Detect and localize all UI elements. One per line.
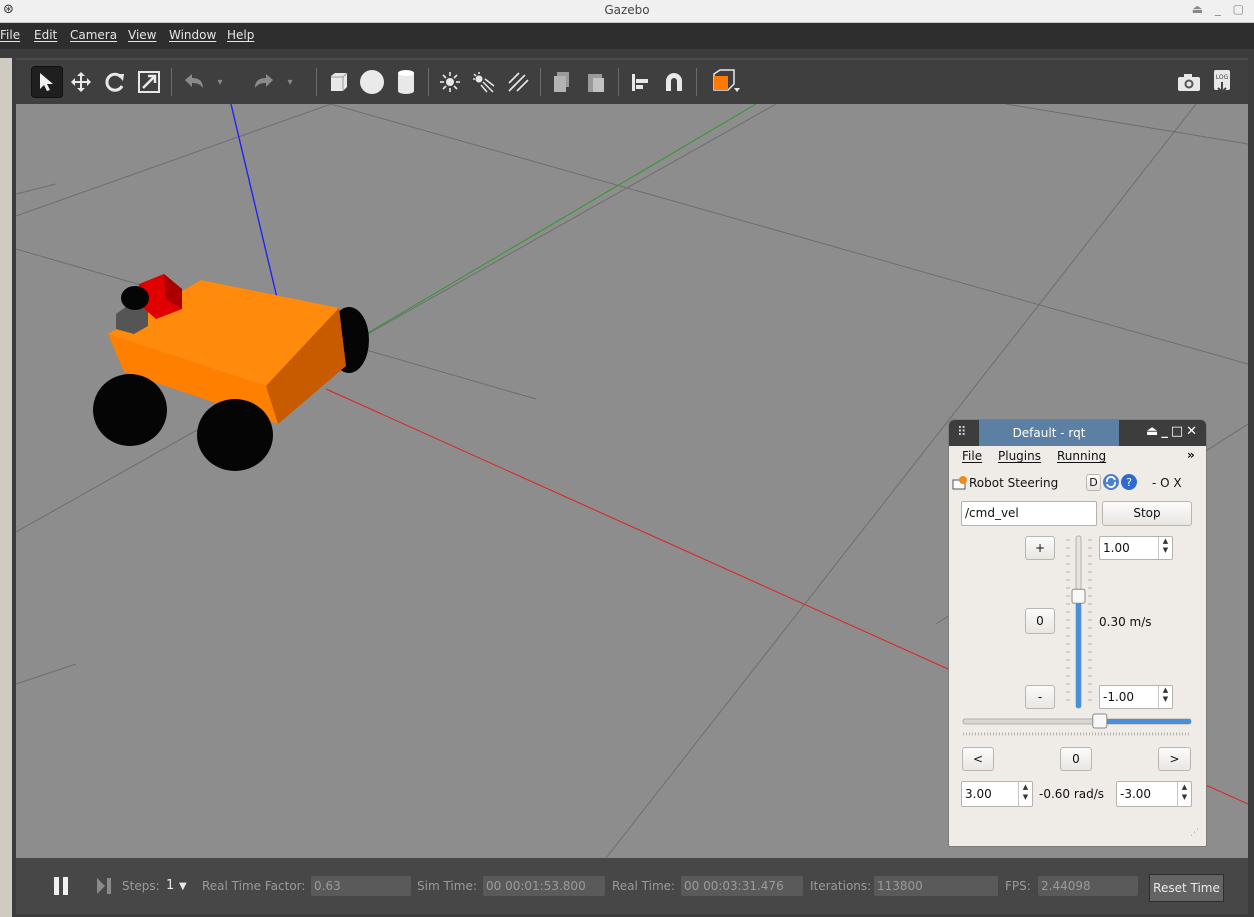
toolbar-separator [428,68,429,96]
menu-window[interactable]: Window [169,28,216,42]
spinner-arrows-icon[interactable]: ▲ ▼ [1018,782,1032,806]
plugin-icon [952,475,968,495]
dock-button[interactable]: D [1086,474,1101,491]
angular-velocity-readout: -0.60 rad/s [1039,787,1105,801]
real-time-factor-field: 0.63 [311,876,411,896]
window-titlebar: ⊛ Gazebo ⏏ _ ▢ [0,0,1254,23]
toolbar: ▾ ▾ LOG [16,60,1248,105]
spot-light-icon[interactable] [468,66,500,98]
redo-icon[interactable] [248,66,280,98]
snap-magnet-icon[interactable] [658,66,690,98]
view-angle-icon[interactable] [704,66,744,98]
directional-light-icon[interactable] [502,66,534,98]
menu-view[interactable]: View [128,28,156,42]
fps-field: 2.44098 [1038,876,1138,896]
max-angular-spinbox[interactable]: 3.00 ▲ ▼ [961,781,1033,807]
svg-text:?: ? [1126,476,1132,489]
log-icon-text: LOG [1216,74,1229,81]
step-icon[interactable] [96,876,112,900]
rotate-icon[interactable] [99,66,131,98]
sim-time-label: Sim Time: [417,879,477,893]
min-linear-value: -1.00 [1103,690,1135,704]
toolbar-separator [540,68,541,96]
toolbar-separator [696,68,697,96]
pause-icon[interactable] [53,876,69,900]
grid-menu-icon[interactable]: ⠿ [957,425,967,440]
copy-icon[interactable] [546,66,578,98]
plugin-window-controls[interactable]: - O X [1152,476,1182,490]
min-linear-spinbox[interactable]: -1.00 ▲ ▼ [1099,685,1173,709]
menubar: File Edit Camera View Window Help [0,23,1254,49]
translate-icon[interactable] [65,66,97,98]
rqt-menu-plugins[interactable]: Plugins [998,449,1041,463]
rqt-window-controls[interactable]: ⏏_□✕ [1146,424,1200,439]
sim-time-field: 00 00:01:53.800 [483,876,605,896]
undo-icon[interactable] [178,66,210,98]
resize-grip-icon[interactable]: ⋰ [1190,828,1199,838]
iterations-field: 113800 [874,876,998,896]
spinner-arrows-icon[interactable]: ▲ ▼ [1158,686,1172,708]
topic-input[interactable]: /cmd_vel [961,501,1097,526]
toolbar-separator [316,68,317,96]
fps-label: FPS: [1005,879,1031,893]
rqt-window-title: Default - rqt [979,420,1119,446]
menu-edit[interactable]: Edit [34,28,57,42]
max-linear-spinbox[interactable]: 1.00 ▲ ▼ [1099,536,1173,560]
box-shape-icon[interactable] [322,66,354,98]
window-title: Gazebo [604,3,650,17]
reset-time-button[interactable]: Reset Time [1149,874,1224,902]
menu-help[interactable]: Help [227,28,254,42]
redo-dropdown-icon[interactable]: ▾ [282,66,298,98]
cylinder-shape-icon[interactable] [390,66,422,98]
steps-label: Steps: [122,879,160,893]
steps-value[interactable]: 1 [166,878,174,893]
linear-velocity-readout: 0.30 m/s [1099,615,1152,629]
rqt-titlebar: ⠿ Default - rqt ⏏_□✕ [949,420,1206,446]
turn-right-button[interactable]: > [1158,747,1191,771]
real-time-label: Real Time: [612,879,676,893]
min-angular-value: -3.00 [1120,787,1152,801]
stop-button[interactable]: Stop [1102,501,1192,526]
point-light-icon[interactable] [434,66,466,98]
zero-linear-button[interactable]: 0 [1025,608,1055,634]
menu-camera[interactable]: Camera [70,28,117,42]
sim-status-bar: Steps: 1 ▼ Real Time Factor: 0.63 Sim Ti… [16,858,1248,914]
turn-left-button[interactable]: < [962,747,994,771]
robot-model [93,274,369,471]
linear-velocity-slider[interactable] [1064,534,1094,716]
reload-icon[interactable] [1102,473,1120,495]
rqt-menu-running[interactable]: Running [1057,449,1106,463]
sphere-shape-icon[interactable] [356,66,388,98]
left-panel-edge[interactable] [0,58,12,917]
max-angular-value: 3.00 [965,787,992,801]
screenshot-camera-icon[interactable] [1173,66,1205,98]
rqt-window: ⠿ Default - rqt ⏏_□✕ File Plugins Runnin… [948,419,1207,847]
zero-angular-button[interactable]: 0 [1060,747,1092,771]
paste-icon[interactable] [580,66,612,98]
increase-linear-button[interactable]: + [1025,536,1055,560]
steps-dropdown-icon[interactable]: ▼ [179,881,187,892]
max-linear-value: 1.00 [1103,541,1130,555]
plugin-title: Robot Steering [969,476,1059,490]
min-angular-spinbox[interactable]: -3.00 ▲ ▼ [1116,781,1192,807]
toolbar-separator [618,68,619,96]
undo-dropdown-icon[interactable]: ▾ [212,66,228,98]
window-controls[interactable]: ⏏ _ ▢ [1192,2,1248,16]
toolbar-separator [171,68,172,96]
real-time-factor-label: Real Time Factor: [202,879,306,893]
decrease-linear-button[interactable]: - [1025,685,1055,709]
scale-icon[interactable] [133,66,165,98]
spinner-arrows-icon[interactable]: ▲ ▼ [1158,537,1172,559]
rqt-menu-file[interactable]: File [962,449,982,463]
log-icon[interactable]: LOG [1206,66,1238,98]
angular-velocity-slider[interactable] [961,713,1193,743]
iterations-label: Iterations: [810,879,872,893]
select-arrow-icon[interactable] [31,66,63,98]
help-icon[interactable]: ? [1120,473,1138,495]
align-icon[interactable] [624,66,656,98]
menu-file[interactable]: File [0,28,20,42]
spinner-arrows-icon[interactable]: ▲ ▼ [1177,782,1191,806]
real-time-field: 00 00:03:31.476 [681,876,803,896]
more-menus-icon[interactable]: » [1187,448,1195,462]
